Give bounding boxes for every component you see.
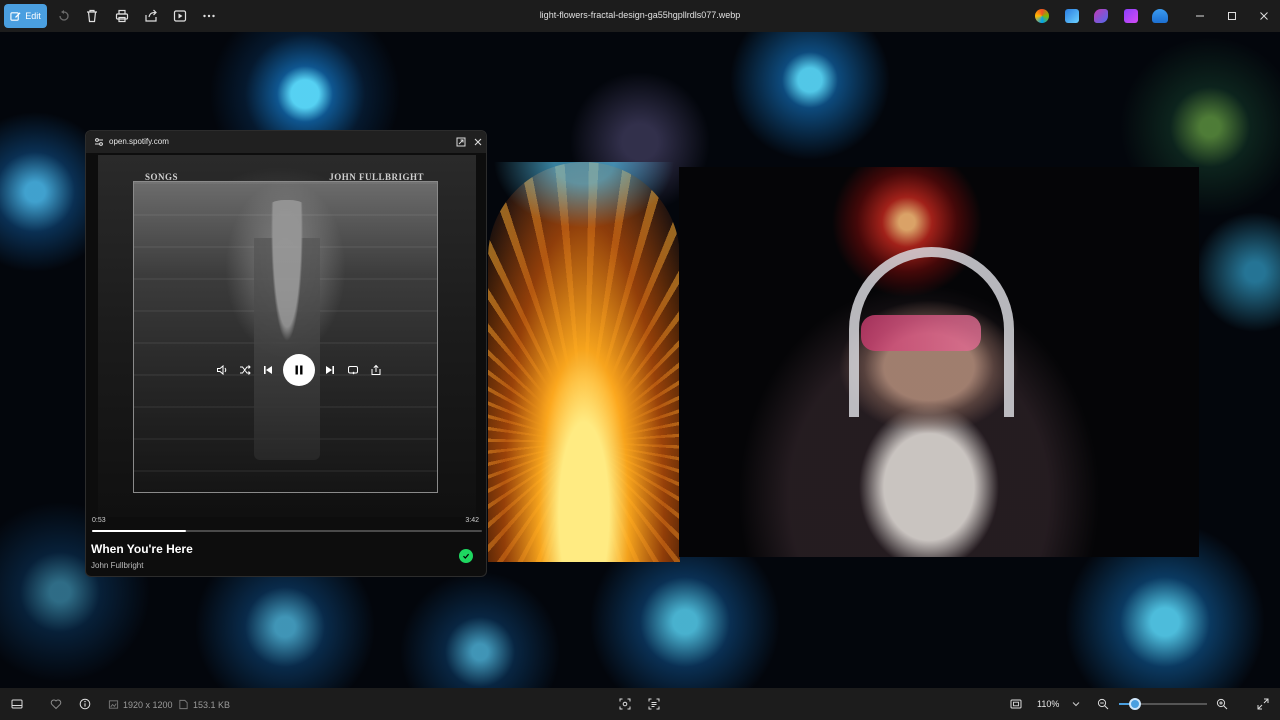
- shuffle-icon: [240, 365, 251, 375]
- onedrive-icon[interactable]: [1152, 9, 1168, 23]
- check-icon: [463, 553, 470, 559]
- webcam-glasses: [861, 315, 981, 351]
- expand-icon[interactable]: [456, 137, 466, 147]
- popup-title-bar: open.spotify.com: [86, 131, 486, 153]
- minimize-icon: [1196, 15, 1204, 17]
- maximize-icon: [1228, 12, 1236, 20]
- time-current: 0:53: [92, 517, 106, 524]
- close-icon: [1260, 12, 1268, 20]
- status-bar: 1920 x 1200 153.1 KB 110%: [0, 688, 1280, 720]
- filmstrip-icon[interactable]: [9, 696, 25, 712]
- repeat-button[interactable]: [345, 362, 361, 378]
- slideshow-icon[interactable]: [171, 7, 189, 25]
- zoom-out-button[interactable]: [1095, 696, 1111, 712]
- image-dimensions: 1920 x 1200: [123, 700, 173, 710]
- album-art: SONGS JOHN FULLBRIGHT: [98, 155, 476, 517]
- edit-label: Edit: [25, 11, 41, 21]
- clipchamp-video-icon[interactable]: [1124, 9, 1138, 23]
- pause-icon: [295, 365, 303, 375]
- shuffle-button[interactable]: [237, 362, 253, 378]
- fractal-flower-center: [488, 162, 680, 562]
- popup-close-icon[interactable]: [473, 137, 483, 147]
- zoom-in-icon: [1216, 698, 1228, 710]
- previous-icon: [264, 366, 272, 374]
- album-photo: [133, 181, 438, 493]
- pause-button[interactable]: [283, 354, 315, 386]
- fit-to-window-icon[interactable]: [1008, 696, 1024, 712]
- designer-icon[interactable]: [1065, 9, 1079, 23]
- delete-icon[interactable]: [83, 7, 101, 25]
- next-icon: [326, 366, 334, 374]
- print-icon[interactable]: [113, 7, 131, 25]
- top-toolbar: Edit light-flowers-fractal-design-ga55hg…: [0, 0, 1280, 32]
- edit-button[interactable]: Edit: [4, 4, 47, 28]
- maximize-button[interactable]: [1218, 4, 1246, 28]
- saved-to-library-button[interactable]: [459, 549, 473, 563]
- close-button[interactable]: [1250, 4, 1278, 28]
- progress-bar[interactable]: [92, 530, 482, 532]
- clipchamp-icon[interactable]: [1094, 9, 1108, 23]
- progress-fill: [92, 530, 186, 532]
- webcam-overlay: [679, 167, 1199, 557]
- share-icon[interactable]: [142, 7, 160, 25]
- next-button[interactable]: [322, 362, 338, 378]
- rotate-icon[interactable]: [55, 7, 73, 25]
- popup-url: open.spotify.com: [109, 137, 169, 146]
- crop-visual-search-icon[interactable]: [617, 696, 633, 712]
- share-track-button[interactable]: [368, 362, 384, 378]
- repeat-icon: [348, 366, 358, 375]
- zoom-value: 110%: [1037, 699, 1060, 709]
- info-icon[interactable]: [77, 696, 93, 712]
- file-name: light-flowers-fractal-design-ga55hgpllrd…: [539, 10, 741, 20]
- file-size: 153.1 KB: [193, 700, 231, 710]
- file-size-icon: [175, 696, 191, 712]
- chevron-down-icon[interactable]: [1069, 697, 1083, 711]
- time-total: 3:42: [465, 517, 479, 524]
- ocr-text-icon[interactable]: [646, 696, 662, 712]
- more-icon[interactable]: [200, 7, 218, 25]
- full-screen-button[interactable]: [1255, 696, 1271, 712]
- zoom-slider-thumb[interactable]: [1128, 698, 1141, 710]
- share-track-icon: [371, 364, 381, 375]
- track-artist[interactable]: John Fullbright: [91, 561, 143, 570]
- edit-icon: [10, 11, 21, 21]
- spotify-popup-window[interactable]: open.spotify.com SONGS JOHN FULLBRIGHT 0…: [85, 130, 487, 577]
- minimize-button[interactable]: [1186, 4, 1214, 28]
- album-person-figure: [254, 200, 320, 460]
- previous-button[interactable]: [260, 362, 276, 378]
- copilot-icon[interactable]: [1035, 9, 1049, 23]
- volume-icon: [217, 364, 227, 376]
- site-settings-icon[interactable]: [94, 137, 104, 147]
- dimensions-icon: [105, 696, 121, 712]
- zoom-in-button[interactable]: [1214, 696, 1230, 712]
- zoom-out-icon: [1097, 698, 1109, 710]
- image-canvas: open.spotify.com SONGS JOHN FULLBRIGHT 0…: [0, 32, 1280, 688]
- volume-button[interactable]: [214, 362, 230, 378]
- player-controls: [214, 353, 384, 387]
- track-title[interactable]: When You're Here: [91, 542, 193, 556]
- full-screen-icon: [1257, 698, 1269, 710]
- favorite-icon[interactable]: [48, 696, 64, 712]
